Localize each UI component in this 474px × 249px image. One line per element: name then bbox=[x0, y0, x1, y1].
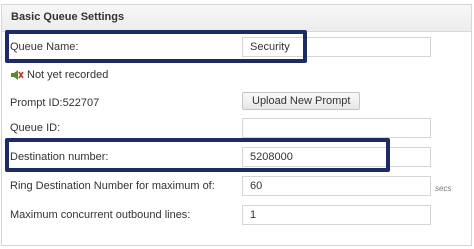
ring-destination-input[interactable] bbox=[242, 176, 431, 196]
prompt-id-label: Prompt ID:522707 bbox=[10, 97, 100, 109]
speaker-muted-icon bbox=[11, 70, 24, 80]
secs-unit-label: secs bbox=[435, 184, 452, 193]
queue-id-label: Queue ID: bbox=[10, 122, 61, 134]
queue-id-input[interactable] bbox=[242, 118, 431, 138]
max-outbound-lines-input[interactable] bbox=[242, 205, 431, 225]
upload-new-prompt-button[interactable]: Upload New Prompt bbox=[242, 92, 361, 110]
panel-header: Basic Queue Settings bbox=[2, 5, 471, 32]
destination-number-input[interactable] bbox=[242, 147, 431, 167]
ring-destination-label: Ring Destination Number for maximum of: bbox=[10, 180, 215, 192]
destination-number-label: Destination number: bbox=[10, 151, 109, 163]
queue-name-input[interactable] bbox=[242, 37, 431, 57]
recording-status: Not yet recorded bbox=[27, 69, 109, 81]
queue-name-label: Queue Name: bbox=[10, 41, 79, 53]
section-title: Basic Queue Settings bbox=[11, 11, 125, 23]
max-outbound-lines-label: Maximum concurrent outbound lines: bbox=[10, 209, 191, 221]
